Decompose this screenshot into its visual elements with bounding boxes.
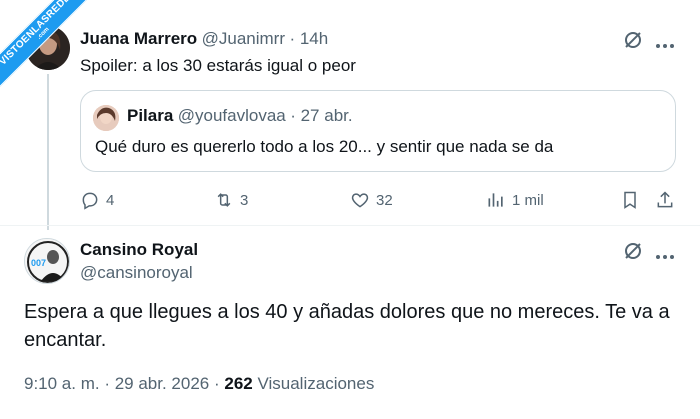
like-count: 32: [376, 191, 393, 209]
avatar-pilara: [93, 105, 119, 131]
author-name[interactable]: Juana Marrero: [80, 29, 197, 48]
divider: [0, 225, 700, 226]
action-bar: 4 3 32 1 mil: [80, 187, 680, 213]
main-author-handle[interactable]: @cansinoroyal: [80, 263, 198, 283]
views-total: 262: [224, 374, 253, 393]
views-label: Visualizaciones: [257, 374, 375, 393]
bookmark-button[interactable]: [620, 187, 640, 213]
tweet-meta: 9:10 a. m. · 29 abr. 2026 · 262 Visualiz…: [24, 374, 374, 394]
main-tweet-text: Espera a que llegues a los 40 y añadas d…: [24, 301, 670, 351]
grok-icon[interactable]: [623, 241, 643, 266]
quote-header: Pilara @youfavlovaa · 27 abr.: [127, 106, 353, 126]
reply-icon: [82, 192, 98, 210]
svg-text:007: 007: [31, 258, 46, 268]
quote-author-name: Pilara: [127, 106, 174, 125]
bookmark-icon: [624, 191, 636, 209]
repost-count: 3: [240, 191, 249, 209]
more-icon[interactable]: [655, 247, 675, 265]
repost-icon: [217, 193, 231, 207]
more-icon[interactable]: [655, 36, 675, 54]
author-handle[interactable]: @Juanimrr: [202, 29, 285, 48]
reply-button[interactable]: 4: [80, 187, 114, 213]
reply-text: Spoiler: a los 30 estarás igual o peor: [80, 56, 356, 75]
grok-icon[interactable]: [623, 30, 643, 55]
quote-author-handle: @youfavlovaa: [177, 106, 286, 125]
main-header: Cansino Royal @cansinoroyal: [80, 240, 198, 283]
heart-icon: [351, 193, 369, 208]
tweet-time[interactable]: · 14h: [289, 29, 328, 48]
share-button[interactable]: [655, 187, 675, 213]
tweet-timestamp[interactable]: 9:10 a. m. · 29 abr. 2026 ·: [24, 374, 220, 393]
main-author-name[interactable]: Cansino Royal: [80, 240, 198, 260]
like-button[interactable]: 32: [350, 187, 393, 213]
quoted-tweet[interactable]: Pilara @youfavlovaa · 27 abr. Qué duro e…: [80, 90, 676, 172]
reply-count: 4: [106, 191, 115, 209]
reply-header: Juana Marrero @Juanimrr · 14h: [80, 29, 328, 49]
share-icon: [657, 191, 673, 208]
quote-time: · 27 abr.: [290, 106, 353, 125]
quote-text: Qué duro es quererlo todo a los 20... y …: [95, 137, 554, 156]
views-count: 1 mil: [512, 191, 544, 209]
views-icon: [488, 193, 503, 207]
thread-line: [47, 74, 49, 230]
views-button[interactable]: 1 mil: [486, 187, 544, 213]
avatar-cansino[interactable]: 007: [24, 238, 70, 284]
repost-button[interactable]: 3: [214, 187, 248, 213]
